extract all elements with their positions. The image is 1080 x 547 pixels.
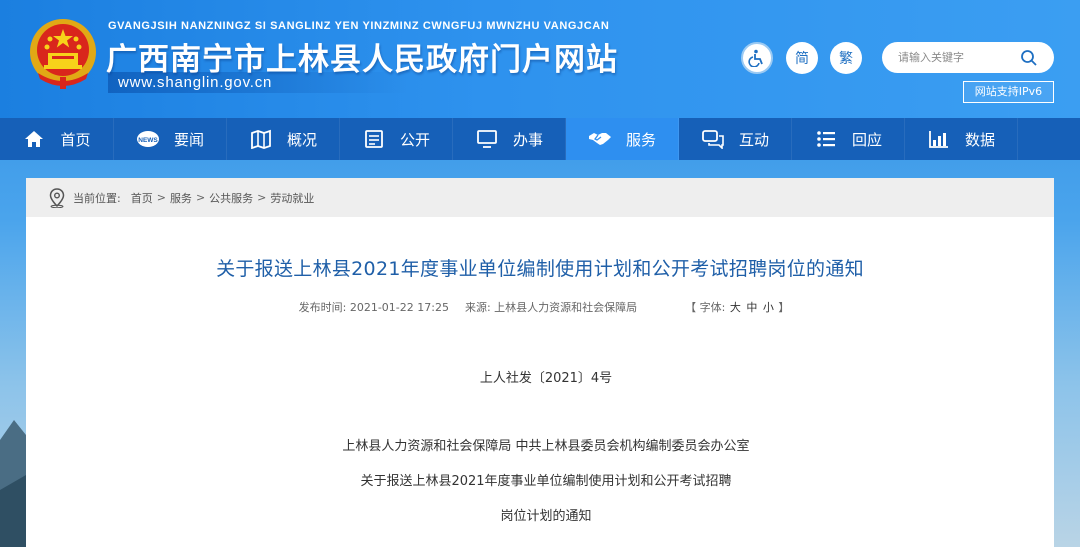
nav-item-response[interactable]: 回应 [792,118,905,160]
nav-item-interact[interactable]: 互动 [679,118,792,160]
breadcrumb-separator: > [156,191,166,204]
document-number: 上人社发〔2021〕4号 [479,371,613,386]
nav-item-service[interactable]: 服务 [566,118,679,160]
nav-label: 服务 [625,130,656,149]
nav-item-public[interactable]: 公开 [340,118,453,160]
breadcrumb-link-public-service[interactable]: 公共服务 [209,190,253,206]
background-scenery [0,420,26,547]
font-size-close: 】 [778,301,790,314]
font-large-link[interactable]: 大 [730,301,741,314]
site-url: www.shanglin.gov.cn [108,72,408,93]
wheelchair-icon [748,49,763,67]
national-emblem-icon [30,19,96,89]
breadcrumb: 当前位置: 首页 > 服务 > 公共服务 > 劳动就业 [26,178,1054,217]
article-panel: 当前位置: 首页 > 服务 > 公共服务 > 劳动就业 关于报送上林县2021年… [26,178,1054,547]
breadcrumb-link-home[interactable]: 首页 [131,190,153,206]
breadcrumb-separator: > [195,191,206,204]
font-small-link[interactable]: 小 [763,301,774,314]
document-icon [362,128,386,150]
font-medium-link[interactable]: 中 [746,301,757,314]
nav-item-news[interactable]: NEWS 要闻 [114,118,227,160]
site-header: GVANGJSIH NANZNINGZ SI SANGLINZ YEN YINZ… [0,0,1080,118]
search-box [882,42,1054,73]
nav-label: 要闻 [173,130,204,149]
svg-text:NEWS: NEWS [138,137,158,144]
breadcrumb-separator: > [257,191,267,204]
nav-item-data[interactable]: 数据 [905,118,1018,160]
document-issuers: 上林县人力资源和社会保障局 中共上林县委员会机构编制委员会办公室 [342,439,750,454]
nav-label: 公开 [399,130,430,149]
chat-icon [701,128,725,150]
news-icon: NEWS [136,128,160,150]
document-body-title-line2: 岗位计划的通知 [500,509,592,524]
nav-item-overview[interactable]: 概况 [227,118,340,160]
breadcrumb-link-service[interactable]: 服务 [170,190,192,206]
breadcrumb-link-employment[interactable]: 劳动就业 [270,190,314,206]
list-icon [814,128,838,150]
main-nav: 首页 NEWS 要闻 概况 公开 办事 服务 互动 回应 数据 [0,118,1080,160]
search-input[interactable] [898,48,1018,67]
article-title: 关于报送上林县2021年度事业单位编制使用计划和公开考试招聘岗位的通知 [216,258,864,280]
font-size-control: 【 字体: 大 中 小 】 [685,299,789,315]
nav-label: 首页 [60,130,91,149]
document-body-title-line1: 关于报送上林县2021年度事业单位编制使用计划和公开考试招聘 [360,474,732,489]
article-source: 来源: 上林县人力资源和社会保障局 [464,301,638,314]
nav-item-services-online[interactable]: 办事 [453,118,566,160]
publish-time: 发布时间: 2021-01-22 17:25 [298,301,449,314]
traditional-chinese-button[interactable]: 繁 [830,42,862,74]
nav-item-home[interactable]: 首页 [0,118,114,160]
article-meta: 发布时间: 2021-01-22 17:25 来源: 上林县人力资源和社会保障局… [26,299,1054,315]
nav-label: 回应 [851,130,882,149]
nav-label: 办事 [512,130,543,149]
nav-label: 数据 [964,130,995,149]
location-pin-icon [49,187,65,208]
ipv6-badge: 网站支持IPv6 [963,81,1054,103]
accessibility-button[interactable] [741,42,773,74]
bar-chart-icon [927,128,951,150]
simplified-chinese-button[interactable]: 简 [786,42,818,74]
handshake-icon [588,128,612,150]
map-icon [249,128,273,150]
monitor-icon [475,128,499,150]
breadcrumb-prefix: 当前位置: [73,191,121,205]
nav-label: 概况 [286,130,317,149]
site-pinyin-name: GVANGJSIH NANZNINGZ SI SANGLINZ YEN YINZ… [108,20,610,32]
home-icon [22,128,46,150]
search-icon[interactable] [1020,49,1038,67]
nav-label: 互动 [738,130,769,149]
font-size-label: 【 字体: [685,301,729,314]
